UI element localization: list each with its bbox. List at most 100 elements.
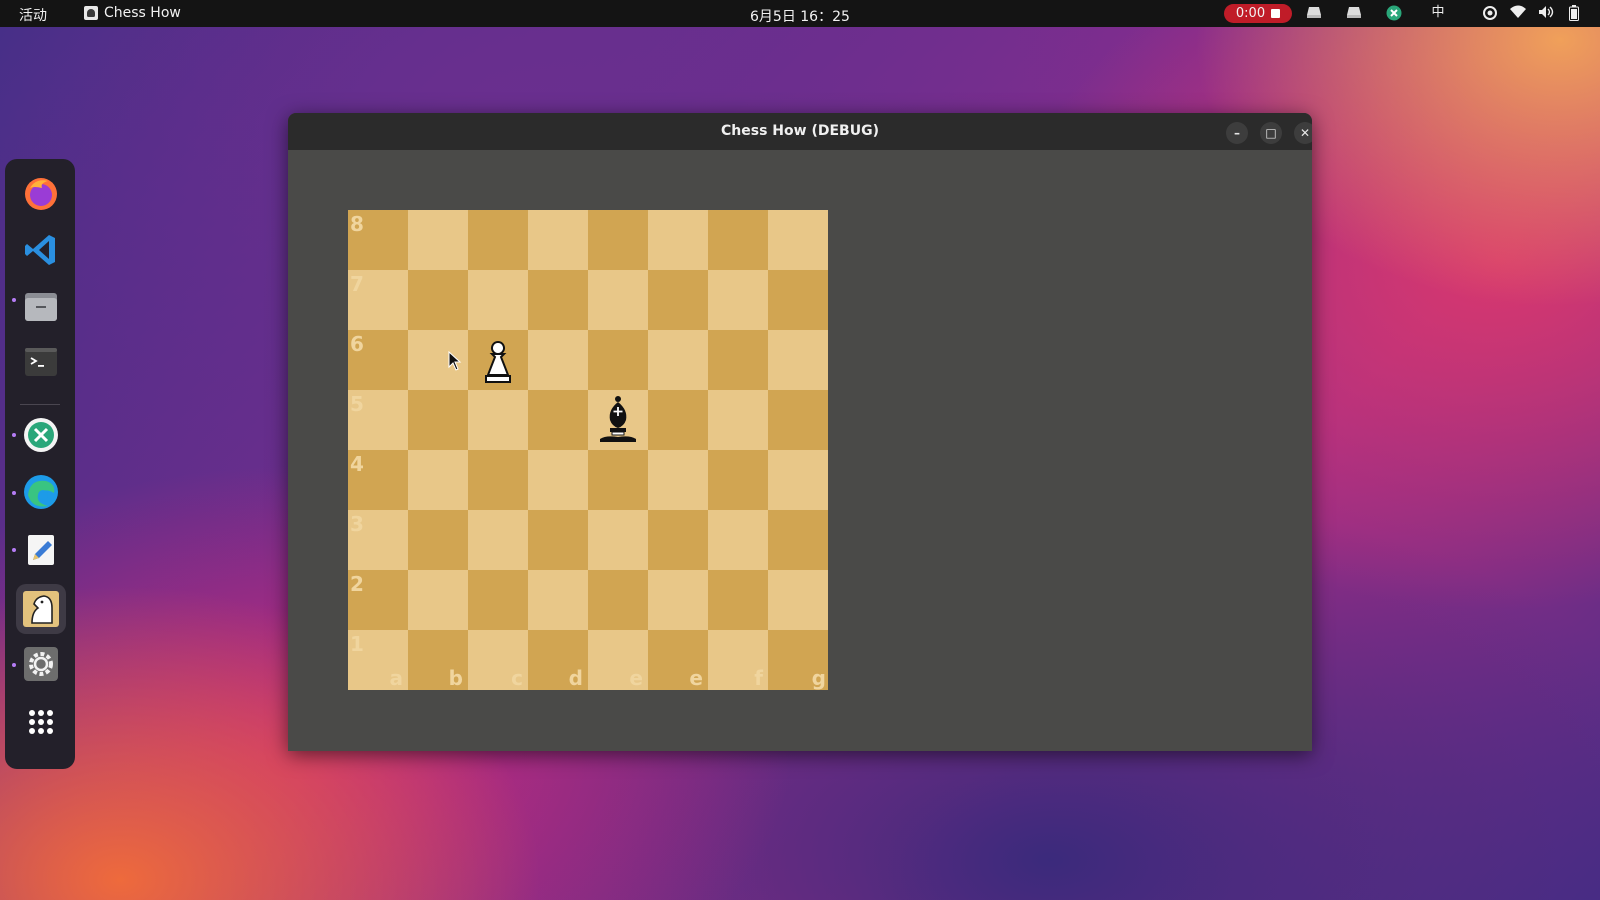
square-g8[interactable] [708, 210, 768, 270]
square-a3[interactable]: 3 [348, 510, 408, 570]
volume-icon[interactable] [1538, 5, 1554, 21]
square-c4[interactable] [468, 450, 528, 510]
square-h8[interactable] [768, 210, 828, 270]
square-b8[interactable] [408, 210, 468, 270]
square-f7[interactable] [648, 270, 708, 330]
square-g3[interactable] [708, 510, 768, 570]
square-c3[interactable] [468, 510, 528, 570]
record-time: 0:00 [1235, 6, 1266, 21]
dock-settings[interactable] [22, 645, 60, 683]
chess-board[interactable]: 8 765 432 1abcdeefg [348, 210, 828, 690]
window-titlebar[interactable]: Chess How (DEBUG) – □ ✕ [288, 113, 1312, 150]
minimize-button[interactable]: – [1226, 122, 1248, 144]
dock-terminal[interactable] [22, 343, 60, 381]
square-g2[interactable] [708, 570, 768, 630]
square-d5[interactable] [528, 390, 588, 450]
maximize-button[interactable]: □ [1260, 122, 1282, 144]
square-f3[interactable] [648, 510, 708, 570]
square-f6[interactable] [648, 330, 708, 390]
input-method-indicator[interactable]: 中 [1430, 5, 1446, 21]
square-e1[interactable]: e [588, 630, 648, 690]
square-h3[interactable] [768, 510, 828, 570]
square-b1[interactable]: b [408, 630, 468, 690]
square-h5[interactable] [768, 390, 828, 450]
chess-knight-icon [23, 591, 59, 627]
battery-icon[interactable] [1568, 5, 1580, 21]
square-e7[interactable] [588, 270, 648, 330]
square-a1[interactable]: 1a [348, 630, 408, 690]
square-a2[interactable]: 2 [348, 570, 408, 630]
square-c7[interactable] [468, 270, 528, 330]
square-g7[interactable] [708, 270, 768, 330]
square-d4[interactable] [528, 450, 588, 510]
clock[interactable]: 6月5日 16：25 [750, 6, 850, 26]
square-a4[interactable]: 4 [348, 450, 408, 510]
dock-remote-desktop[interactable] [22, 416, 60, 454]
square-c8[interactable] [468, 210, 528, 270]
square-e5[interactable] [588, 390, 648, 450]
square-c6[interactable] [468, 330, 528, 390]
square-h2[interactable] [768, 570, 828, 630]
remote-desktop-tray-icon[interactable] [1386, 5, 1402, 21]
screen-record-indicator[interactable]: 0:00 [1224, 4, 1292, 23]
dock-firefox[interactable] [22, 174, 60, 212]
square-e2[interactable] [588, 570, 648, 630]
square-b5[interactable] [408, 390, 468, 450]
rank-label: 8 [350, 212, 364, 236]
white-pawn-icon[interactable] [468, 330, 528, 390]
activities-button[interactable]: 活动 [19, 5, 47, 25]
square-g4[interactable] [708, 450, 768, 510]
square-e6[interactable] [588, 330, 648, 390]
square-c1[interactable]: c [468, 630, 528, 690]
square-d7[interactable] [528, 270, 588, 330]
drive-icon[interactable] [1306, 5, 1322, 21]
square-c2[interactable] [468, 570, 528, 630]
square-a6[interactable]: 6 [348, 330, 408, 390]
square-d2[interactable] [528, 570, 588, 630]
square-f4[interactable] [648, 450, 708, 510]
square-b4[interactable] [408, 450, 468, 510]
square-c5[interactable] [468, 390, 528, 450]
square-a5[interactable]: 5 [348, 390, 408, 450]
chess-window: Chess How (DEBUG) – □ ✕ 8 765 432 1abcdeefg [288, 113, 1312, 751]
square-h4[interactable] [768, 450, 828, 510]
square-e8[interactable] [588, 210, 648, 270]
square-b7[interactable] [408, 270, 468, 330]
dock [5, 159, 75, 769]
square-d8[interactable] [528, 210, 588, 270]
square-g5[interactable] [708, 390, 768, 450]
black-bishop-icon[interactable] [588, 390, 648, 450]
square-d6[interactable] [528, 330, 588, 390]
square-d3[interactable] [528, 510, 588, 570]
square-b2[interactable] [408, 570, 468, 630]
square-h7[interactable] [768, 270, 828, 330]
rank-label: 5 [350, 392, 364, 416]
square-f8[interactable] [648, 210, 708, 270]
close-button[interactable]: ✕ [1294, 122, 1312, 144]
square-g6[interactable] [708, 330, 768, 390]
square-f2[interactable] [648, 570, 708, 630]
square-g1[interactable]: f [708, 630, 768, 690]
square-f1[interactable]: e [648, 630, 708, 690]
square-d1[interactable]: d [528, 630, 588, 690]
location-icon[interactable] [1482, 5, 1498, 21]
dock-edge[interactable] [22, 473, 60, 511]
square-e3[interactable] [588, 510, 648, 570]
wifi-icon[interactable] [1510, 5, 1526, 21]
rank-label: 2 [350, 572, 364, 596]
square-b3[interactable] [408, 510, 468, 570]
app-menu[interactable]: Chess How [84, 5, 181, 21]
dock-vscode[interactable] [22, 231, 60, 269]
square-h1[interactable]: g [768, 630, 828, 690]
dock-files[interactable] [22, 287, 60, 325]
dock-text-editor[interactable] [22, 531, 60, 569]
dock-app-grid[interactable] [22, 703, 60, 741]
square-f5[interactable] [648, 390, 708, 450]
square-a8[interactable]: 8 [348, 210, 408, 270]
dock-chess-how[interactable] [16, 584, 66, 634]
drive-icon-2[interactable] [1346, 5, 1362, 21]
top-bar: 活动 Chess How 6月5日 16：25 0:00 中 [0, 0, 1600, 27]
square-a7[interactable]: 7 [348, 270, 408, 330]
square-h6[interactable] [768, 330, 828, 390]
square-e4[interactable] [588, 450, 648, 510]
